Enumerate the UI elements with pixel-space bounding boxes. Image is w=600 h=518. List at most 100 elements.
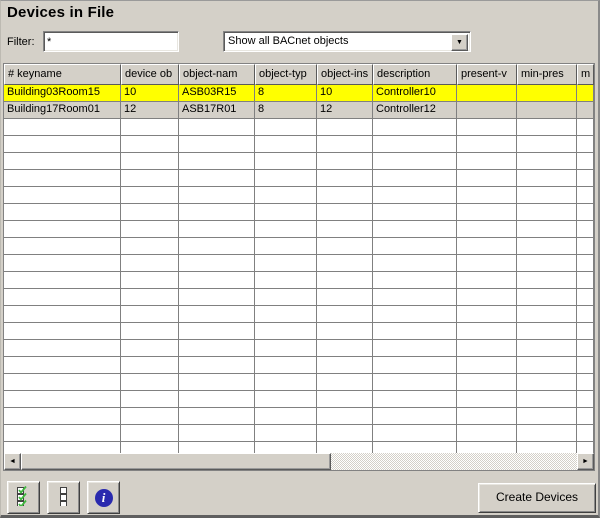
table-cell	[255, 425, 317, 442]
object-filter-dropdown[interactable]: Show all BACnet objects ▼	[223, 31, 471, 52]
table-cell	[317, 357, 373, 374]
table-cell	[179, 340, 255, 357]
table-cell	[4, 272, 121, 289]
table-cell	[179, 238, 255, 255]
page-title: Devices in File	[7, 4, 114, 21]
table-cell	[577, 425, 594, 442]
table-cell	[255, 323, 317, 340]
table-cell	[179, 255, 255, 272]
table-cell	[121, 136, 179, 153]
table-cell	[179, 136, 255, 153]
table-cell	[179, 374, 255, 391]
table-cell	[373, 119, 457, 136]
table-cell	[179, 425, 255, 442]
table-cell	[577, 170, 594, 187]
table-cell	[457, 187, 517, 204]
table-cell	[457, 306, 517, 323]
table-cell	[373, 374, 457, 391]
table-cell	[577, 442, 594, 453]
table-cell	[179, 170, 255, 187]
table-row[interactable]: Building03Room1510ASB03R15810Controller1…	[4, 85, 594, 102]
table-cell	[317, 323, 373, 340]
empty-table-row	[4, 187, 594, 204]
header-cell[interactable]: object-typ	[255, 64, 317, 85]
table-cell	[121, 391, 179, 408]
table-cell: 10	[121, 85, 179, 102]
checked-list-icon	[15, 486, 33, 509]
table-cell	[457, 442, 517, 453]
table-cell	[457, 85, 517, 102]
table-cell	[373, 408, 457, 425]
table-cell	[317, 340, 373, 357]
table-cell	[4, 187, 121, 204]
table-cell	[577, 102, 594, 119]
table-cell	[457, 204, 517, 221]
table-cell	[121, 323, 179, 340]
table-cell	[121, 357, 179, 374]
scrollbar-thumb[interactable]	[21, 453, 331, 470]
table-cell	[4, 119, 121, 136]
table-cell	[4, 170, 121, 187]
header-cell[interactable]: min-pres	[517, 64, 577, 85]
empty-table-row	[4, 170, 594, 187]
table-cell	[517, 289, 577, 306]
table-cell	[517, 306, 577, 323]
table-cell	[317, 289, 373, 306]
table-cell	[317, 119, 373, 136]
table-cell	[457, 153, 517, 170]
table-cell: 10	[317, 85, 373, 102]
table-row[interactable]: Building17Room0112ASB17R01812Controller1…	[4, 102, 594, 119]
chevron-down-icon[interactable]: ▼	[451, 34, 468, 51]
table-cell	[4, 357, 121, 374]
table-cell	[121, 374, 179, 391]
table-cell	[577, 289, 594, 306]
table-cell	[373, 170, 457, 187]
table-cell	[179, 323, 255, 340]
empty-table-row	[4, 391, 594, 408]
table-cell	[457, 289, 517, 306]
table-cell	[373, 306, 457, 323]
table-cell: Building17Room01	[4, 102, 121, 119]
filter-input[interactable]	[43, 31, 179, 52]
table-cell	[577, 221, 594, 238]
empty-table-row	[4, 408, 594, 425]
scroll-right-icon[interactable]: ►	[577, 453, 594, 470]
create-devices-button[interactable]: Create Devices	[478, 483, 596, 513]
table-cell	[577, 136, 594, 153]
table-cell	[373, 153, 457, 170]
header-cell[interactable]: present-v	[457, 64, 517, 85]
table-cell	[517, 221, 577, 238]
table-cell	[121, 289, 179, 306]
table-cell	[179, 289, 255, 306]
info-button[interactable]: i	[87, 481, 120, 514]
table-cell	[317, 187, 373, 204]
header-cell[interactable]: device ob	[121, 64, 179, 85]
header-cell[interactable]: object-ins	[317, 64, 373, 85]
table-cell	[577, 323, 594, 340]
table-cell	[457, 255, 517, 272]
table-cell	[373, 221, 457, 238]
table-cell	[255, 391, 317, 408]
deselect-all-checkboxes-button[interactable]	[47, 481, 80, 514]
table-cell	[317, 272, 373, 289]
empty-table-row	[4, 221, 594, 238]
horizontal-scrollbar[interactable]: ◄ ►	[4, 453, 594, 470]
table-cell: ASB03R15	[179, 85, 255, 102]
table-cell	[373, 391, 457, 408]
table-cell	[317, 374, 373, 391]
table-cell	[4, 391, 121, 408]
empty-table-row	[4, 204, 594, 221]
scroll-left-icon[interactable]: ◄	[4, 453, 21, 470]
table-cell	[317, 425, 373, 442]
select-all-checkboxes-button[interactable]	[7, 481, 40, 514]
table-cell	[255, 204, 317, 221]
table-cell	[121, 272, 179, 289]
header-cell[interactable]: description	[373, 64, 457, 85]
table-cell	[577, 340, 594, 357]
header-cell[interactable]: m	[577, 64, 594, 85]
table-cell	[255, 442, 317, 453]
header-cell[interactable]: # keyname	[4, 64, 121, 85]
table-cell	[517, 85, 577, 102]
table-cell	[457, 136, 517, 153]
header-cell[interactable]: object-nam	[179, 64, 255, 85]
